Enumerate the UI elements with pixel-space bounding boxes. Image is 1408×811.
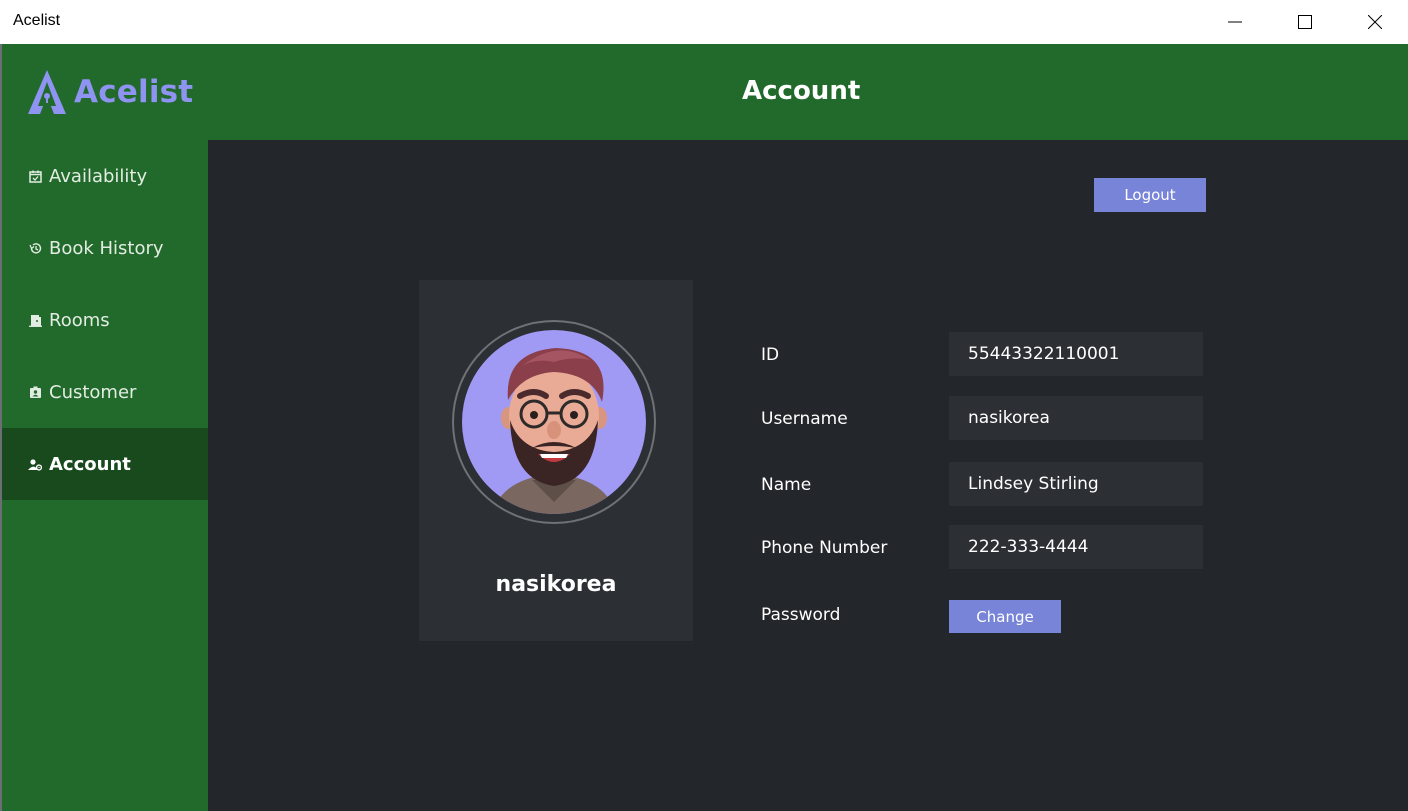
sidebar-item-account[interactable]: Account bbox=[2, 428, 208, 500]
name-field[interactable]: Lindsey Stirling bbox=[949, 462, 1203, 506]
page-title: Account bbox=[742, 76, 861, 106]
minimize-icon bbox=[1228, 21, 1242, 23]
sidebar: Availability Book History Rooms Customer… bbox=[2, 140, 208, 811]
window-title: Acelist bbox=[13, 12, 61, 29]
app-header: Acelist Account bbox=[2, 44, 1408, 140]
sidebar-item-availability[interactable]: Availability bbox=[2, 140, 208, 212]
sidebar-item-label: Rooms bbox=[49, 309, 110, 331]
app-window: Acelist Account Availability Book Histor… bbox=[0, 44, 1408, 811]
account-content: Logout nasikorea ID 55443322110001 Usern… bbox=[208, 140, 1408, 811]
sidebar-item-customer[interactable]: Customer bbox=[2, 356, 208, 428]
user-gear-icon bbox=[27, 456, 43, 472]
logout-button[interactable]: Logout bbox=[1094, 178, 1206, 212]
phone-number-label: Phone Number bbox=[761, 538, 888, 558]
sidebar-item-book-history[interactable]: Book History bbox=[2, 212, 208, 284]
id-badge-icon bbox=[27, 384, 43, 400]
id-label: ID bbox=[761, 345, 780, 365]
sidebar-item-label: Account bbox=[49, 453, 131, 475]
history-icon bbox=[27, 240, 43, 256]
sidebar-item-label: Customer bbox=[49, 381, 137, 403]
window-title-bar: Acelist bbox=[0, 0, 1408, 44]
phone-number-field[interactable]: 222-333-4444 bbox=[949, 525, 1203, 569]
username-label: Username bbox=[761, 409, 848, 429]
avatar-ring bbox=[452, 320, 656, 524]
minimize-button[interactable] bbox=[1200, 0, 1270, 44]
username-field[interactable]: nasikorea bbox=[949, 396, 1203, 440]
close-button[interactable] bbox=[1340, 0, 1408, 44]
door-icon bbox=[27, 312, 43, 328]
logo-text: Acelist bbox=[74, 74, 194, 110]
maximize-button[interactable] bbox=[1270, 0, 1340, 44]
app-logo: Acelist bbox=[26, 68, 193, 116]
close-icon bbox=[1368, 15, 1382, 29]
profile-username: nasikorea bbox=[495, 572, 617, 597]
id-field[interactable]: 55443322110001 bbox=[949, 332, 1203, 376]
name-label: Name bbox=[761, 475, 812, 495]
sidebar-item-label: Availability bbox=[49, 165, 148, 187]
sidebar-item-label: Book History bbox=[49, 237, 164, 259]
sidebar-item-rooms[interactable]: Rooms bbox=[2, 284, 208, 356]
password-label: Password bbox=[761, 605, 841, 625]
profile-card: nasikorea bbox=[419, 280, 693, 641]
acelist-logo-icon bbox=[28, 70, 66, 114]
maximize-icon bbox=[1298, 15, 1312, 29]
avatar-illustration-icon bbox=[492, 348, 616, 514]
calendar-check-icon bbox=[27, 168, 43, 184]
change-password-button[interactable]: Change bbox=[949, 600, 1061, 633]
avatar bbox=[462, 330, 646, 514]
